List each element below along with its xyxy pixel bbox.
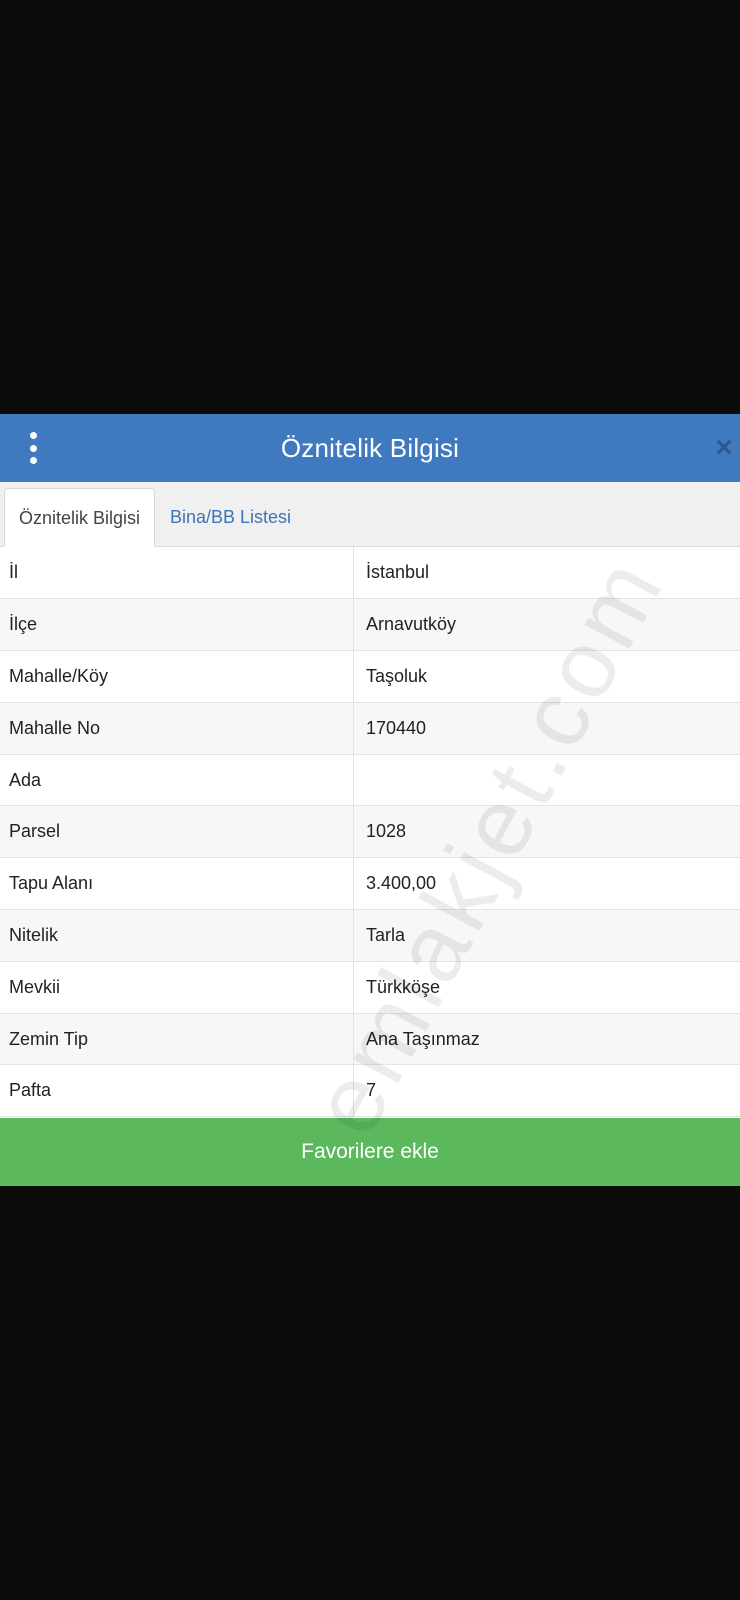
tab-bar: Öznitelik Bilgisi Bina/BB Listesi bbox=[0, 482, 740, 547]
close-icon[interactable]: × bbox=[710, 432, 738, 464]
table-row: Tapu Alanı 3.400,00 bbox=[0, 857, 740, 911]
dialog-header: Öznitelik Bilgisi × bbox=[0, 414, 740, 482]
attribute-key: Mahalle No bbox=[0, 702, 354, 755]
table-row: Ada bbox=[0, 754, 740, 807]
attribute-value: Arnavutköy bbox=[353, 598, 740, 652]
attribute-value bbox=[353, 754, 740, 807]
add-to-favorites-button[interactable]: Favorilere ekle bbox=[0, 1118, 740, 1186]
attribute-key: Parsel bbox=[0, 805, 354, 859]
table-row: İl İstanbul bbox=[0, 547, 740, 600]
attribute-key: Ada bbox=[0, 754, 354, 807]
table-row: Mevkii Türkköşe bbox=[0, 961, 740, 1014]
tab-bina-bb-listesi[interactable]: Bina/BB Listesi bbox=[156, 488, 305, 546]
table-row: Pafta 7 bbox=[0, 1064, 740, 1118]
attribute-info-dialog: Öznitelik Bilgisi × Öznitelik Bilgisi Bi… bbox=[0, 414, 740, 1186]
attribute-key: Mevkii bbox=[0, 961, 354, 1014]
attribute-key: İl bbox=[0, 547, 354, 600]
attribute-value: Ana Taşınmaz bbox=[353, 1013, 740, 1066]
table-row: Parsel 1028 bbox=[0, 805, 740, 859]
attribute-key: İlçe bbox=[0, 598, 354, 652]
table-row: Nitelik Tarla bbox=[0, 909, 740, 962]
table-row: İlçe Arnavutköy bbox=[0, 598, 740, 652]
attribute-key: Nitelik bbox=[0, 909, 354, 962]
attribute-key: Pafta bbox=[0, 1064, 354, 1118]
attribute-value: Tarla bbox=[353, 909, 740, 962]
attribute-key: Tapu Alanı bbox=[0, 857, 354, 911]
attribute-value: Taşoluk bbox=[353, 650, 740, 703]
kebab-menu-icon[interactable] bbox=[22, 432, 44, 464]
attribute-value: İstanbul bbox=[353, 547, 740, 600]
attribute-value: 1028 bbox=[353, 805, 740, 859]
table-row: Mahalle No 170440 bbox=[0, 702, 740, 755]
screen: Öznitelik Bilgisi × Öznitelik Bilgisi Bi… bbox=[0, 0, 740, 1600]
attribute-value: 7 bbox=[353, 1064, 740, 1118]
attribute-value: Türkköşe bbox=[353, 961, 740, 1014]
attribute-key: Zemin Tip bbox=[0, 1013, 354, 1066]
table-row: Zemin Tip Ana Taşınmaz bbox=[0, 1013, 740, 1066]
attribute-key: Mahalle/Köy bbox=[0, 650, 354, 703]
dialog-title: Öznitelik Bilgisi bbox=[280, 432, 460, 463]
table-row: Mahalle/Köy Taşoluk bbox=[0, 650, 740, 703]
attribute-table: İl İstanbul İlçe Arnavutköy Mahalle/Köy … bbox=[0, 547, 740, 1118]
attribute-value: 170440 bbox=[353, 702, 740, 755]
tab-oznitelik-bilgisi[interactable]: Öznitelik Bilgisi bbox=[4, 488, 156, 547]
attribute-value: 3.400,00 bbox=[353, 857, 740, 911]
